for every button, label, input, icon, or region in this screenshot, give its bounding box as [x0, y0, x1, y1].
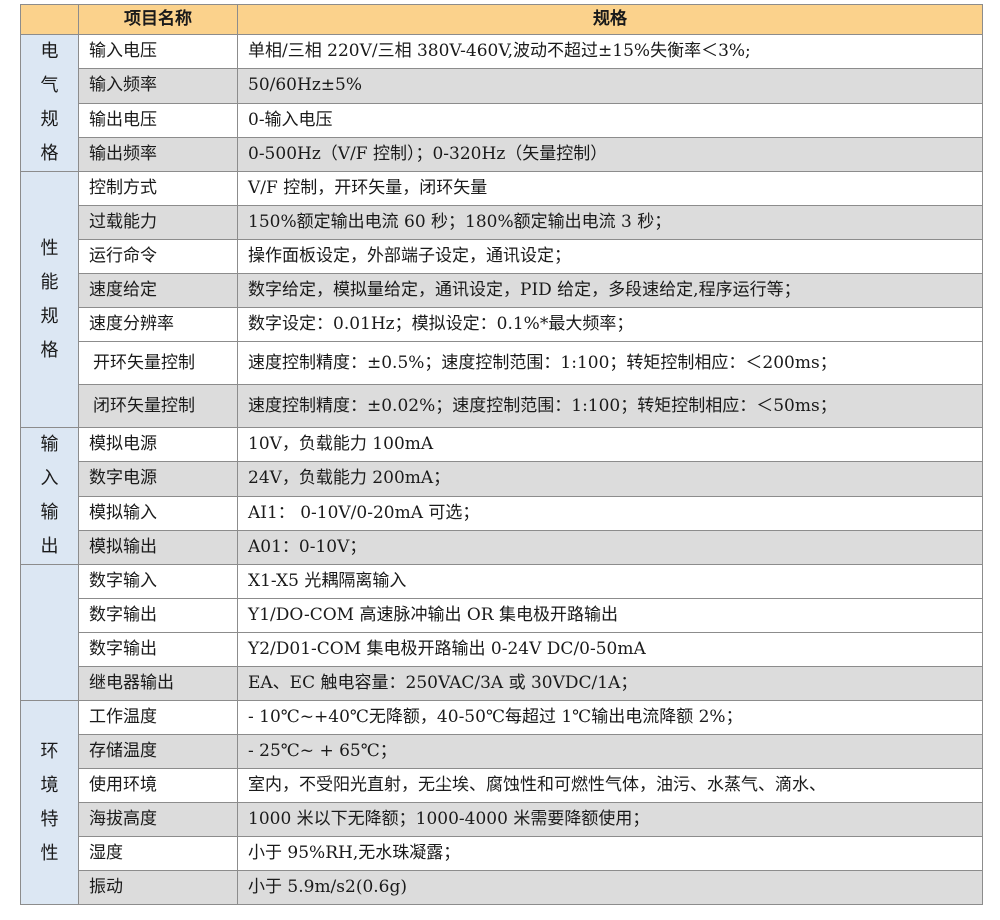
item-spec: 室内，不受阳光直射，无尘埃、腐蚀性和可燃性气体，油污、水蒸气、滴水、	[237, 768, 983, 803]
header-item-name: 项目名称	[78, 4, 238, 35]
item-spec: AI1： 0-10V/0-20mA 可选；	[237, 495, 983, 531]
item-name: 模拟输入	[78, 495, 238, 531]
table-row: 湿度 小于 95%RH,无水珠凝露；	[21, 836, 983, 871]
table-row: 模拟输入 AI1： 0-10V/0-20mA 可选；	[21, 495, 983, 531]
group-label-io: 输 入 输 出	[20, 427, 79, 565]
item-spec: 1000 米以下无降额；1000-4000 米需要降额使用；	[237, 802, 983, 837]
header-spec: 规格	[237, 4, 983, 35]
item-name: 数字电源	[78, 461, 238, 497]
item-name: 运行命令	[78, 239, 238, 274]
item-spec: 10V，负载能力 100mA	[237, 426, 983, 463]
item-spec: 24V，负载能力 200mA；	[237, 461, 983, 497]
table-row: 数字输出 Y2/D01-COM 集电极开路输出 0-24V DC/0-50mA	[21, 632, 983, 667]
item-name: 数字输出	[78, 632, 238, 667]
group-label-digital	[20, 564, 79, 701]
table-row: 数字电源 24V，负载能力 200mA；	[21, 461, 983, 497]
table-row: 运行命令 操作面板设定，外部端子设定，通讯设定；	[21, 239, 983, 274]
table-row: 速度给定 数字给定，模拟量给定，通讯设定，PID 给定，多段速给定,程序运行等；	[21, 273, 983, 308]
item-name: 湿度	[78, 836, 238, 871]
item-spec: 50/60Hz±5%	[237, 68, 983, 104]
item-spec: Y2/D01-COM 集电极开路输出 0-24V DC/0-50mA	[237, 632, 983, 667]
group-label-electrical: 电 气 规 格	[20, 34, 79, 172]
table-row: 振动 小于 5.9m/s2(0.6g)	[21, 870, 983, 905]
item-name: 输出电压	[78, 102, 238, 138]
item-name: 开环矢量控制	[78, 341, 238, 385]
table-row: 存储温度 - 25℃~ + 65℃；	[21, 734, 983, 769]
table-row: 继电器输出 EA、EC 触电容量：250VAC/3A 或 30VDC/1A；	[21, 666, 983, 701]
item-name: 速度分辨率	[78, 307, 238, 342]
table-row: 闭环矢量控制 速度控制精度：±0.02%；速度控制范围：1:100；转矩控制相应…	[21, 384, 983, 428]
table-row: 输出电压 0-输入电压	[21, 102, 983, 138]
table-row: 性 能 规 格 控制方式 V/F 控制，开环矢量，闭环矢量	[20, 171, 983, 428]
item-spec: 数字设定：0.01Hz；模拟设定：0.1%*最大频率；	[237, 307, 983, 342]
item-spec: 速度控制精度：±0.5%；速度控制范围：1:100；转矩控制相应：＜200ms；	[237, 341, 983, 385]
table-row: 输入频率 50/60Hz±5%	[21, 68, 983, 104]
item-spec: V/F 控制，开环矢量，闭环矢量	[237, 171, 983, 206]
item-spec: 小于 5.9m/s2(0.6g)	[237, 870, 983, 905]
table-row: 开环矢量控制 速度控制精度：±0.5%；速度控制范围：1:100；转矩控制相应：…	[21, 341, 983, 385]
item-name: 工作温度	[78, 700, 238, 735]
item-spec: A01：0-10V；	[237, 529, 983, 566]
table-row: 电 气 规 格 输入电压 单相/三相 220V/三相 380V-460V,波动不…	[20, 33, 983, 172]
table-row: 环 境 特 性 工作温度 - 10℃~+40℃无降额，40-50℃每超过 1℃输…	[20, 700, 983, 905]
item-name: 数字输入	[78, 564, 238, 599]
item-spec: 150%额定输出电流 60 秒；180%额定输出电流 3 秒；	[237, 205, 983, 240]
item-name: 输入电压	[78, 33, 238, 70]
item-spec: 数字给定，模拟量给定，通讯设定，PID 给定，多段速给定,程序运行等；	[237, 273, 983, 308]
table-row: 数字输出 Y1/DO-COM 高速脉冲输出 OR 集电极开路输出	[21, 598, 983, 633]
item-spec: - 25℃~ + 65℃；	[237, 734, 983, 769]
item-name: 速度给定	[78, 273, 238, 308]
item-name: 继电器输出	[78, 666, 238, 701]
item-spec: 小于 95%RH,无水珠凝露；	[237, 836, 983, 871]
item-name: 过载能力	[78, 205, 238, 240]
table-row: 速度分辨率 数字设定：0.01Hz；模拟设定：0.1%*最大频率；	[21, 307, 983, 342]
item-name: 使用环境	[78, 768, 238, 803]
item-name: 存储温度	[78, 734, 238, 769]
group-label-performance: 性 能 规 格	[20, 171, 79, 428]
spec-table: 项目名称 规格 电 气 规 格 输入电压 单相/三相 220V/三相 380V-…	[20, 4, 983, 905]
table-row: 数字输入 X1-X5 光耦隔离输入	[20, 564, 983, 701]
table-row: 过载能力 150%额定输出电流 60 秒；180%额定输出电流 3 秒；	[21, 205, 983, 240]
table-row: 输出频率 0-500Hz（V/F 控制）；0-320Hz（矢量控制）	[21, 136, 983, 173]
item-spec: X1-X5 光耦隔离输入	[237, 564, 983, 599]
table-row: 使用环境 室内，不受阳光直射，无尘埃、腐蚀性和可燃性气体，油污、水蒸气、滴水、	[21, 768, 983, 803]
item-name: 振动	[78, 870, 238, 905]
item-spec: 操作面板设定，外部端子设定，通讯设定；	[237, 239, 983, 274]
item-name: 模拟电源	[78, 426, 238, 463]
item-name: 闭环矢量控制	[78, 384, 238, 428]
item-spec: EA、EC 触电容量：250VAC/3A 或 30VDC/1A；	[237, 666, 983, 701]
table-row: 输 入 输 出 模拟电源 10V，负载能力 100mA	[20, 426, 983, 565]
group-label-environment: 环 境 特 性	[20, 700, 79, 905]
item-spec: Y1/DO-COM 高速脉冲输出 OR 集电极开路输出	[237, 598, 983, 633]
table-row: 海拔高度 1000 米以下无降额；1000-4000 米需要降额使用；	[21, 802, 983, 837]
item-spec: 速度控制精度：±0.02%；速度控制范围：1:100；转矩控制相应：＜50ms；	[237, 384, 983, 428]
item-spec: 0-500Hz（V/F 控制）；0-320Hz（矢量控制）	[237, 136, 983, 173]
item-name: 输入频率	[78, 68, 238, 104]
header-row: 项目名称 规格	[20, 4, 983, 35]
header-group-cell	[20, 4, 79, 35]
item-name: 海拔高度	[78, 802, 238, 837]
item-spec: 单相/三相 220V/三相 380V-460V,波动不超过±15%失衡率＜3%;	[237, 33, 983, 70]
item-spec: 0-输入电压	[237, 102, 983, 138]
item-name: 数字输出	[78, 598, 238, 633]
table-row: 模拟输出 A01：0-10V；	[21, 529, 983, 566]
item-spec: - 10℃~+40℃无降额，40-50℃每超过 1℃输出电流降额 2%；	[237, 700, 983, 735]
item-name: 输出频率	[78, 136, 238, 173]
item-name: 模拟输出	[78, 529, 238, 566]
item-name: 控制方式	[78, 171, 238, 206]
